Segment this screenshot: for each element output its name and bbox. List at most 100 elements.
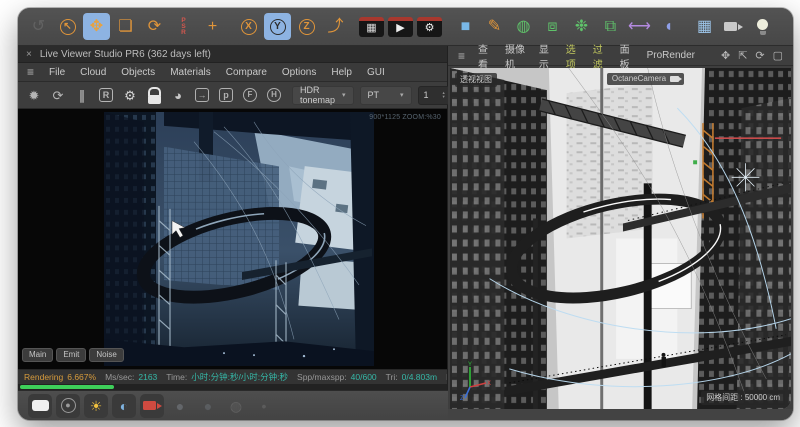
render-view-icon[interactable]: ▦	[359, 17, 384, 37]
samples-value: 1	[424, 90, 438, 100]
menu-file[interactable]: File	[49, 67, 65, 78]
instance-icon[interactable]: ⧈	[539, 13, 566, 40]
menu-objects[interactable]: Objects	[121, 67, 155, 78]
vp-menu-panel[interactable]: 面板	[620, 41, 634, 71]
kernel-dropdown[interactable]: PT ▾	[360, 86, 412, 105]
menu-options[interactable]: Options	[282, 67, 316, 78]
status-tri-label: Tri:	[386, 372, 398, 382]
coord-system-icon[interactable]: ⤴	[322, 13, 349, 40]
live-viewer-window: × Live Viewer Studio PR6 (362 days left)…	[18, 46, 448, 390]
vp-menu-camera[interactable]: 摄像机	[505, 41, 526, 71]
focus-picker-icon[interactable]: F	[239, 84, 261, 106]
close-icon[interactable]: ×	[26, 49, 32, 60]
x-axis-lock-icon[interactable]: X	[235, 13, 262, 40]
toolbar-separator	[227, 14, 234, 40]
undo-icon[interactable]: ↺	[25, 13, 52, 40]
status-tri-value: 0/4.803m	[402, 372, 437, 382]
grid-spacing-chip: 网格间距 : 50000 cm	[701, 391, 785, 405]
lock-resolution-icon[interactable]	[143, 84, 165, 106]
render-progressbar	[18, 384, 447, 390]
menu-cloud[interactable]: Cloud	[80, 67, 106, 78]
octane-camera-icon[interactable]	[140, 394, 164, 418]
camera-chip-icon	[670, 76, 679, 82]
live-viewer-titlebar: × Live Viewer Studio PR6 (362 days left)	[18, 46, 447, 63]
toggle-view-icon[interactable]: ▢	[773, 49, 783, 62]
clay-mode-icon[interactable]: ◕	[167, 84, 189, 106]
status-spp-value: 40/600	[351, 372, 377, 382]
axis-gizmo-icon: Y X Z	[458, 361, 492, 401]
render-picture-viewer-icon[interactable]: ▶	[388, 17, 413, 37]
rotate-view-icon[interactable]: ⟳	[755, 49, 764, 62]
hamburger-menu-icon[interactable]: ≡	[27, 65, 34, 79]
chevron-down-icon: ▾	[400, 91, 404, 99]
main-toolbar: ↺↖✥❏⟳PSR+XYZ⤴▦▶⚙■✎◍⧈❉⧉⟷◖▦	[18, 8, 793, 46]
scale-tool-icon[interactable]: ❏	[112, 13, 139, 40]
render-settings-icon[interactable]: ⚙	[417, 17, 442, 37]
vp-menu-options[interactable]: 选项	[566, 41, 580, 71]
add-cube-icon[interactable]: ■	[452, 13, 479, 40]
menu-materials[interactable]: Materials	[170, 67, 211, 78]
deformer-icon[interactable]: ⟷	[626, 13, 653, 40]
camera-icon[interactable]	[720, 13, 747, 40]
status-mssec-label: Ms/sec:	[105, 372, 134, 382]
pass-main-button[interactable]: Main	[22, 348, 53, 362]
spline-pen-icon[interactable]: ✎	[481, 13, 508, 40]
samples-field[interactable]: 1 ▴▾	[418, 86, 451, 105]
y-axis-lock-icon[interactable]: Y	[264, 13, 291, 40]
render-resolution-info: 900*1125 ZOOM:%30	[369, 114, 441, 121]
rotate-tool-icon[interactable]: ⟳	[141, 13, 168, 40]
toolbar-separator	[350, 14, 357, 40]
pick-object-icon[interactable]: p	[215, 84, 237, 106]
pause-render-icon[interactable]: ∥	[71, 84, 93, 106]
tonemap-dropdown[interactable]: HDR tonemap ▾	[292, 86, 354, 105]
render-view[interactable]: 900*1125 ZOOM:%30 Main Emit Noise	[18, 109, 447, 369]
z-axis-lock-icon[interactable]: Z	[293, 13, 320, 40]
pan-view-icon[interactable]: ✥	[721, 49, 730, 62]
menu-help[interactable]: Help	[331, 67, 352, 78]
subdivision-surface-icon[interactable]: ◍	[510, 13, 537, 40]
vp-menu-prorender[interactable]: ProRender	[647, 50, 695, 61]
render-statusbar: Rendering6.667% Ms/sec:2163 Time:小时:分钟:秒…	[18, 369, 447, 384]
render-settings-gear-icon[interactable]: ⚙	[119, 84, 141, 106]
hdri-sphere-icon[interactable]: ●	[168, 394, 192, 418]
restart-render-icon[interactable]: ⟳	[47, 84, 69, 106]
array-icon[interactable]: ❉	[568, 13, 595, 40]
status-time-label: Time:	[166, 372, 187, 382]
env-sphere-icon[interactable]: ●	[196, 394, 220, 418]
svg-text:Y: Y	[468, 362, 472, 368]
stepper-icon[interactable]: ▴▾	[443, 91, 445, 99]
camera-label-chip[interactable]: OctaneCamera	[607, 73, 684, 85]
status-time-value: 小时:分钟:秒/小时:分钟:秒	[191, 372, 288, 382]
sun-light-icon[interactable]: ☀	[84, 394, 108, 418]
vp-menu-display[interactable]: 显示	[539, 41, 553, 71]
reset-psr-icon[interactable]: PSR	[170, 13, 197, 40]
menu-gui[interactable]: GUI	[367, 67, 385, 78]
environment-disc-icon[interactable]: ◖	[655, 13, 682, 40]
menu-compare[interactable]: Compare	[226, 67, 267, 78]
pass-noise-button[interactable]: Noise	[89, 348, 123, 362]
checker-sphere-icon[interactable]: ◍	[224, 394, 248, 418]
diffuse-material-icon[interactable]: ●	[56, 394, 80, 418]
scatter-sphere-icon[interactable]: •	[252, 394, 276, 418]
hamburger-menu-icon[interactable]: ≡	[458, 49, 465, 63]
vp-menu-view[interactable]: 查看	[478, 41, 492, 71]
daylight-environment-icon[interactable]: ◐	[112, 394, 136, 418]
material-slot-icon[interactable]	[28, 394, 52, 418]
vp-menu-filter[interactable]: 过滤	[593, 41, 607, 71]
floor-icon[interactable]: ▦	[691, 13, 718, 40]
svg-text:Z: Z	[460, 396, 464, 401]
pick-material-icon[interactable]: →	[191, 84, 213, 106]
light-icon[interactable]	[749, 13, 776, 40]
region-render-icon[interactable]: R	[95, 84, 117, 106]
viewport-scene	[450, 68, 791, 409]
cloner-icon[interactable]: ⧉	[597, 13, 624, 40]
move-tool-icon[interactable]: ✥	[83, 13, 110, 40]
dolly-view-icon[interactable]: ⇱	[738, 49, 747, 62]
live-selection-icon[interactable]: ↖	[54, 13, 81, 40]
viewport-canvas[interactable]: 透视视图 OctaneCamera 网格间距 : 50000 cm Y X Z	[450, 68, 791, 409]
pass-emit-button[interactable]: Emit	[56, 348, 86, 362]
toolbar-separator	[683, 14, 690, 40]
white-balance-picker-icon[interactable]: H	[263, 84, 285, 106]
octane-logo-icon[interactable]: ✹	[23, 84, 45, 106]
modeling-axis-icon[interactable]: +	[199, 13, 226, 40]
